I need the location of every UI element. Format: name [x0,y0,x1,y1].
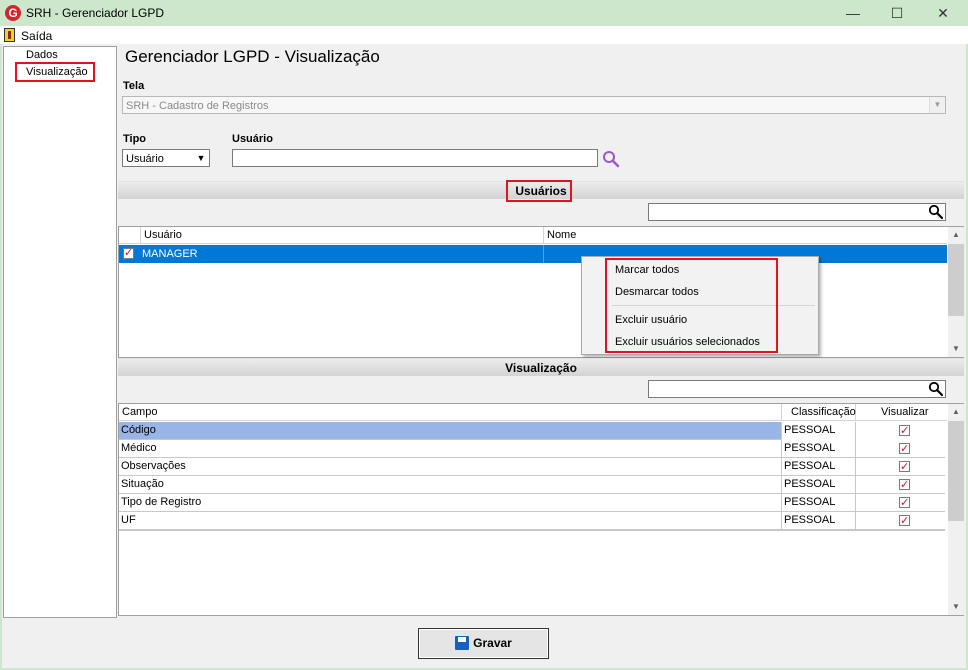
classificacao-cell: PESSOAL [782,476,856,494]
tela-chevron-down-icon[interactable]: ▼ [929,97,945,113]
visualizacao-grid-header: Campo Classificação Visualizar [119,404,947,421]
tree-item-dados[interactable]: Dados [26,49,58,61]
column-header-classificacao[interactable]: Classificação [782,404,856,421]
visualizacao-section-header: Visualização [118,358,964,376]
column-header-campo[interactable]: Campo [119,404,782,421]
navigation-tree [3,46,117,618]
visualizar-cell [856,494,945,512]
gravar-button[interactable]: Gravar [418,628,549,659]
column-divider [543,245,544,263]
highlight-box-context-menu [605,258,778,353]
visualizacao-filter-input[interactable] [648,380,946,398]
window-title: SRH - Gerenciador LGPD [26,6,165,20]
tipo-label: Tipo [123,133,147,145]
campo-cell: Código [119,422,782,440]
visualizar-cell [856,512,945,530]
usuarios-scrollbar[interactable]: ▲ ▼ [948,227,964,357]
visualizar-checkbox[interactable] [899,477,910,494]
tela-label: Tela [123,80,145,92]
column-header-nome[interactable]: Nome [544,227,947,244]
page-title: Gerenciador LGPD - Visualização [125,47,380,66]
visualizar-cell [856,458,945,476]
tipo-chevron-down-icon[interactable]: ▼ [193,150,209,166]
visualizacao-filter-search-button[interactable] [928,381,944,397]
visualizacao-section-title: Visualização [505,361,577,375]
visualizar-checkbox[interactable] [899,459,910,476]
scroll-up-icon[interactable]: ▲ [948,404,964,420]
campo-cell: Médico [119,440,782,458]
usuario-input[interactable] [232,149,598,167]
usuarios-grid-header: Usuário Nome [119,227,947,244]
highlight-box-visualizacao [15,62,95,82]
table-row[interactable]: MANAGER [119,245,947,263]
classificacao-cell: PESSOAL [782,494,856,512]
classificacao-cell: PESSOAL [782,458,856,476]
visualizar-checkbox[interactable] [899,513,910,530]
floppy-disk-icon [455,636,469,650]
usuario-label: Usuário [232,133,273,145]
usuarios-filter-input[interactable] [648,203,946,221]
scroll-thumb[interactable] [948,244,964,316]
minimize-icon: — [846,5,860,21]
classificacao-cell: PESSOAL [782,512,856,530]
search-icon [928,204,944,220]
exit-door-icon[interactable] [4,28,15,42]
table-row[interactable]: Médico PESSOAL [119,440,945,458]
classificacao-cell: PESSOAL [782,422,856,440]
scroll-thumb[interactable] [948,421,964,521]
header-check-column [119,227,141,244]
usuario-search-button[interactable] [602,150,620,168]
table-row[interactable]: UF PESSOAL [119,512,945,530]
column-header-visualizar[interactable]: Visualizar [856,404,947,421]
scroll-up-icon[interactable]: ▲ [948,227,964,243]
row-checkbox[interactable] [123,246,134,259]
visualizar-checkbox[interactable] [899,423,910,440]
campo-cell: Observações [119,458,782,476]
visualizar-cell [856,476,945,494]
grid-bottom-line [119,530,945,531]
visualizar-cell [856,440,945,458]
highlight-box-usuarios [506,180,572,202]
column-header-usuario[interactable]: Usuário [141,227,544,244]
scroll-down-icon[interactable]: ▼ [948,599,964,615]
visualizar-checkbox[interactable] [899,441,910,458]
search-icon [603,151,620,168]
tela-value: SRH - Cadastro de Registros [126,100,269,112]
table-row[interactable]: Código PESSOAL [119,422,945,440]
minimize-button[interactable]: — [830,0,876,26]
app-logo-icon: G [5,5,21,21]
tipo-value: Usuário [126,153,164,165]
table-row[interactable]: Situação PESSOAL [119,476,945,494]
visualizacao-scrollbar[interactable]: ▲ ▼ [948,404,964,615]
campo-cell: Tipo de Registro [119,494,782,512]
visualizar-checkbox[interactable] [899,495,910,512]
maximize-icon: ☐ [890,5,904,21]
scroll-down-icon[interactable]: ▼ [948,341,964,357]
usuario-cell: MANAGER [142,248,198,260]
table-row[interactable]: Tipo de Registro PESSOAL [119,494,945,512]
usuarios-filter-search-button[interactable] [928,204,944,220]
campo-cell: Situação [119,476,782,494]
classificacao-cell: PESSOAL [782,440,856,458]
table-row[interactable]: Observações PESSOAL [119,458,945,476]
maximize-button[interactable]: ☐ [874,0,920,26]
close-button[interactable]: ✕ [920,0,966,26]
search-icon [928,381,944,397]
menu-item-saida[interactable]: Saída [21,29,52,43]
close-icon: ✕ [937,5,949,21]
menu-bar [0,26,968,44]
campo-cell: UF [119,512,782,530]
visualizar-cell [856,422,945,440]
